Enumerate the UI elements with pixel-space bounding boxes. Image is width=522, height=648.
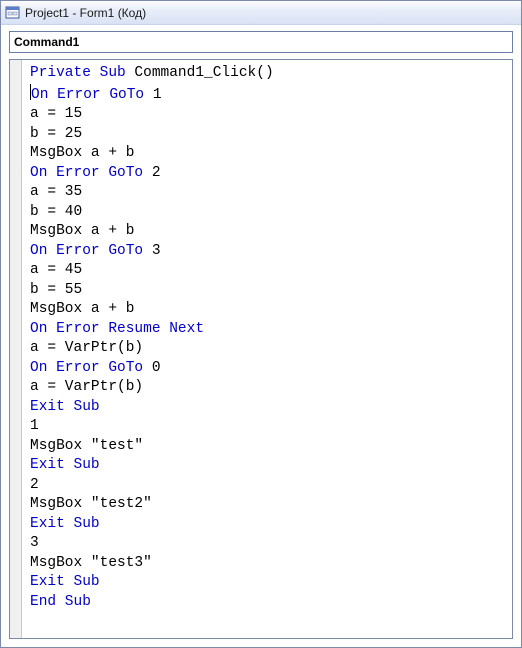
code-editor[interactable]: Private Sub Command1_Click() On Error Go… <box>22 60 512 638</box>
code-line: On Error GoTo 1 <box>30 87 162 103</box>
form-icon <box>5 5 21 21</box>
code-text: a = 35 <box>30 184 82 200</box>
code-text: a = 45 <box>30 262 82 278</box>
code-text: 1 <box>30 418 39 434</box>
code-line: On Error GoTo 2 <box>30 165 161 181</box>
code-line: MsgBox "test" <box>30 438 143 454</box>
code-line: Private Sub Command1_Click() <box>30 65 274 81</box>
code-line: a = VarPtr(b) <box>30 379 143 395</box>
indicator-margin[interactable] <box>10 60 22 638</box>
code-text: 2 <box>30 477 39 493</box>
code-text: MsgBox "test" <box>30 438 143 454</box>
code-keyword: End Sub <box>30 594 91 610</box>
titlebar[interactable]: Project1 - Form1 (Код) <box>1 1 521 25</box>
code-line: b = 25 <box>30 126 82 142</box>
code-line: Exit Sub <box>30 574 100 590</box>
code-keyword: On Error GoTo <box>30 165 143 181</box>
code-line: On Error GoTo 3 <box>30 243 161 259</box>
code-line: a = 45 <box>30 262 82 278</box>
code-line: b = 55 <box>30 282 82 298</box>
code-line: 1 <box>30 418 39 434</box>
code-keyword: On Error GoTo <box>30 360 143 376</box>
code-keyword: Exit Sub <box>30 457 100 473</box>
code-text: 3 <box>143 243 160 259</box>
code-keyword: On Error GoTo <box>30 243 143 259</box>
code-line: MsgBox a + b <box>30 145 134 161</box>
code-line: a = 15 <box>30 106 82 122</box>
object-dropdown-value: Command1 <box>14 35 79 49</box>
code-line: b = 40 <box>30 204 82 220</box>
code-line: On Error GoTo 0 <box>30 360 161 376</box>
code-line: End Sub <box>30 594 91 610</box>
code-line: 3 <box>30 535 39 551</box>
code-text: a = 15 <box>30 106 82 122</box>
code-text: 0 <box>143 360 160 376</box>
object-dropdown-bar: Command1 <box>1 25 521 59</box>
code-text: MsgBox a + b <box>30 145 134 161</box>
code-text: MsgBox "test3" <box>30 555 152 571</box>
code-keyword: Exit Sub <box>30 399 100 415</box>
code-text: 1 <box>144 87 161 103</box>
code-text: a = VarPtr(b) <box>30 379 143 395</box>
code-text: MsgBox a + b <box>30 223 134 239</box>
code-text: b = 25 <box>30 126 82 142</box>
code-line: 2 <box>30 477 39 493</box>
code-text: b = 40 <box>30 204 82 220</box>
code-keyword: On Error GoTo <box>31 87 144 103</box>
code-line: a = VarPtr(b) <box>30 340 143 356</box>
code-line: MsgBox "test2" <box>30 496 152 512</box>
code-area: Private Sub Command1_Click() On Error Go… <box>1 59 521 647</box>
code-line: Exit Sub <box>30 399 100 415</box>
window-title: Project1 - Form1 (Код) <box>25 6 146 20</box>
code-keyword: Exit Sub <box>30 516 100 532</box>
code-keyword: Exit Sub <box>30 574 100 590</box>
code-line: MsgBox a + b <box>30 301 134 317</box>
code-keyword: Private Sub <box>30 65 126 81</box>
code-line: Exit Sub <box>30 457 100 473</box>
code-text: 2 <box>143 165 160 181</box>
code-line: Exit Sub <box>30 516 100 532</box>
code-text: b = 55 <box>30 282 82 298</box>
code-text: MsgBox a + b <box>30 301 134 317</box>
code-frame: Private Sub Command1_Click() On Error Go… <box>9 59 513 639</box>
code-line: MsgBox a + b <box>30 223 134 239</box>
code-text: MsgBox "test2" <box>30 496 152 512</box>
code-keyword: On Error Resume Next <box>30 321 204 337</box>
code-window: Project1 - Form1 (Код) Command1 Private … <box>0 0 522 648</box>
code-text: 3 <box>30 535 39 551</box>
object-dropdown[interactable]: Command1 <box>9 31 513 53</box>
code-line: MsgBox "test3" <box>30 555 152 571</box>
code-text: Command1_Click() <box>126 65 274 81</box>
code-line: On Error Resume Next <box>30 321 204 337</box>
code-line: a = 35 <box>30 184 82 200</box>
code-text: a = VarPtr(b) <box>30 340 143 356</box>
